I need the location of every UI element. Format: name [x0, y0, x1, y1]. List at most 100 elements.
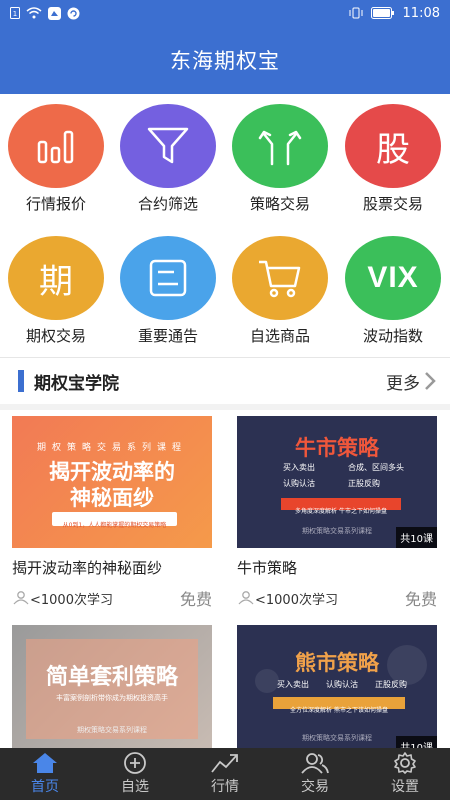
grid-label: 自选商品 — [249, 327, 310, 345]
grid-item-watchlist-goods[interactable]: 自选商品 — [230, 236, 330, 346]
grid-label: 期权交易 — [25, 327, 86, 345]
vibrate-icon — [349, 7, 363, 19]
lesson-count-badge: 共10课 — [396, 527, 437, 548]
thumb-bullet: 买入卖出 — [283, 463, 315, 472]
course-thumbnail: 牛市策略 买入卖出 合成、区间多头 认购认沽 正股反购 多角度深度解析 牛市之下… — [237, 416, 437, 548]
thumb-series-line: 期权策略交易系列课程 — [36, 443, 187, 453]
grid-item-stock-trade[interactable]: 股 股票交易 — [343, 104, 443, 214]
thumb-banner: 全方位深度解析 熊市之下该如何操盘 — [273, 697, 405, 714]
course-card[interactable]: 牛市策略 买入卖出 合成、区间多头 认购认沽 正股反购 多角度深度解析 牛市之下… — [237, 416, 437, 610]
sync-icon — [67, 7, 80, 19]
bottom-nav: 首页 自选 行情 交易 设置 — [0, 748, 450, 800]
page-title: 东海期权宝 — [170, 49, 280, 73]
grid-label: 合约筛选 — [137, 195, 198, 213]
thumb-banner: 从0到1，人人都能掌握的期权交易策略 — [52, 512, 177, 529]
academy-header: 期权宝学院 更多 — [0, 358, 450, 404]
nav-item-watchlist[interactable]: 自选 — [90, 748, 180, 800]
grid-circle — [232, 236, 328, 320]
grid-item-strategy-trade[interactable]: 策略交易 — [230, 104, 330, 214]
course-title: 牛市策略 — [237, 559, 298, 577]
user-icon — [13, 591, 29, 605]
thumb-headline: 神秘面纱 — [70, 486, 154, 510]
thumb-banner-text: 全方位深度解析 熊市之下该如何操盘 — [290, 707, 388, 714]
grid-item-notices[interactable]: 重要通告 — [118, 236, 218, 346]
chevron-right-icon — [425, 372, 436, 390]
nav-item-settings[interactable]: 设置 — [360, 748, 450, 800]
course-thumbnail: 熊市策略 买入卖出 认购认沽 正股反购 全方位深度解析 熊市之下该如何操盘 期权… — [237, 625, 437, 757]
app-notification-icon — [48, 6, 61, 20]
thumb-banner-text: 从0到1，人人都能掌握的期权交易策略 — [62, 522, 167, 529]
cart-icon — [259, 260, 301, 298]
course-card[interactable]: 简单套利策略 丰富案例剖析带你成为期权投资高手 期权策略交易系列课程 — [12, 625, 212, 757]
thumb-bullet: 认购认沽 — [326, 680, 358, 689]
course-students: <1000次学习 — [30, 592, 113, 608]
course-students: <1000次学习 — [255, 592, 338, 608]
nav-item-home[interactable]: 首页 — [0, 748, 90, 800]
split-arrows-icon — [258, 130, 302, 166]
grid-circle: 期 — [8, 236, 104, 320]
course-price: 免费 — [404, 590, 437, 609]
thumb-subtitle: 丰富案例剖析带你成为期权投资高手 — [56, 694, 168, 702]
nav-label: 设置 — [391, 779, 419, 795]
grid-circle: 股 — [345, 104, 441, 188]
section-accent-bar — [18, 370, 24, 392]
grid-item-contract-filter[interactable]: 合约筛选 — [118, 104, 218, 214]
grid-item-quotes[interactable]: 行情报价 — [6, 104, 106, 214]
gear-icon — [394, 752, 416, 774]
thumb-headline: 简单套利策略 — [45, 665, 178, 690]
app-header: 东海期权宝 — [0, 26, 450, 94]
course-thumbnail: 期权策略交易系列课程 揭开波动率的 神秘面纱 从0到1，人人都能掌握的期权交易策… — [12, 416, 212, 548]
thumb-banner: 多角度深度解析 牛市之下如何操盘 — [281, 498, 401, 515]
thumb-headline: 熊市策略 — [295, 651, 379, 675]
more-button[interactable]: 更多 — [386, 369, 436, 394]
thumb-footer: 期权策略交易系列课程 — [77, 726, 147, 734]
thumb-bullet: 正股反购 — [375, 680, 407, 689]
sim-icon: 1 — [10, 7, 20, 19]
bar-chart-icon — [37, 130, 74, 164]
course-card[interactable]: 期权策略交易系列课程 揭开波动率的 神秘面纱 从0到1，人人都能掌握的期权交易策… — [12, 416, 212, 610]
thumb-bullet: 认购认沽 — [283, 479, 315, 488]
grid-circle — [120, 104, 216, 188]
stock-glyph-icon: 股 — [376, 129, 410, 170]
nav-item-market[interactable]: 行情 — [180, 748, 270, 800]
nav-label: 行情 — [211, 779, 239, 795]
users-icon — [301, 753, 329, 774]
notice-icon — [149, 259, 187, 297]
grid-label: 策略交易 — [249, 195, 310, 213]
thumb-bullet: 买入卖出 — [277, 680, 309, 689]
status-time: 11:08 — [402, 5, 440, 21]
section-title: 期权宝学院 — [34, 373, 119, 394]
grid-item-option-trade[interactable]: 期 期权交易 — [6, 236, 106, 346]
course-card[interactable]: 熊市策略 买入卖出 认购认沽 正股反购 全方位深度解析 熊市之下该如何操盘 期权… — [237, 625, 437, 757]
course-meta: <1000次学习 免费 — [237, 586, 437, 610]
grid-circle: VIX — [345, 236, 441, 320]
course-meta: <1000次学习 免费 — [12, 586, 212, 610]
option-glyph-icon: 期 — [39, 261, 73, 302]
grid-item-vix[interactable]: VIX 波动指数 — [343, 236, 443, 346]
grid-label: 波动指数 — [362, 327, 423, 345]
nav-item-trade[interactable]: 交易 — [270, 748, 360, 800]
course-thumbnail: 简单套利策略 丰富案例剖析带你成为期权投资高手 期权策略交易系列课程 — [12, 625, 212, 757]
nav-label: 自选 — [121, 779, 149, 795]
plus-circle-icon — [124, 752, 146, 774]
grid-circle — [120, 236, 216, 320]
grid-circle — [8, 104, 104, 188]
vix-icon: VIX — [367, 261, 419, 294]
thumb-bullet: 合成、区间多头 — [348, 463, 404, 472]
thumb-bullets: 买入卖出 认购认沽 正股反购 — [277, 679, 407, 690]
user-icon — [238, 591, 254, 605]
course-title: 揭开波动率的神秘面纱 — [12, 559, 163, 577]
status-bar: 1 11:08 — [0, 0, 450, 26]
thumb-bullets: 买入卖出 合成、区间多头 认购认沽 正股反购 — [283, 462, 413, 489]
filter-icon — [147, 127, 189, 164]
nav-label: 交易 — [301, 779, 329, 795]
battery-icon — [370, 7, 394, 19]
grid-label: 行情报价 — [25, 195, 86, 213]
course-price: 免费 — [179, 590, 212, 609]
svg-text:1: 1 — [13, 10, 17, 18]
thumb-banner-text: 多角度深度解析 牛市之下如何操盘 — [295, 508, 387, 515]
home-icon — [33, 753, 57, 773]
nav-label: 首页 — [31, 779, 59, 795]
thumb-headline: 牛市策略 — [295, 436, 379, 460]
grid-label: 股票交易 — [362, 195, 423, 213]
